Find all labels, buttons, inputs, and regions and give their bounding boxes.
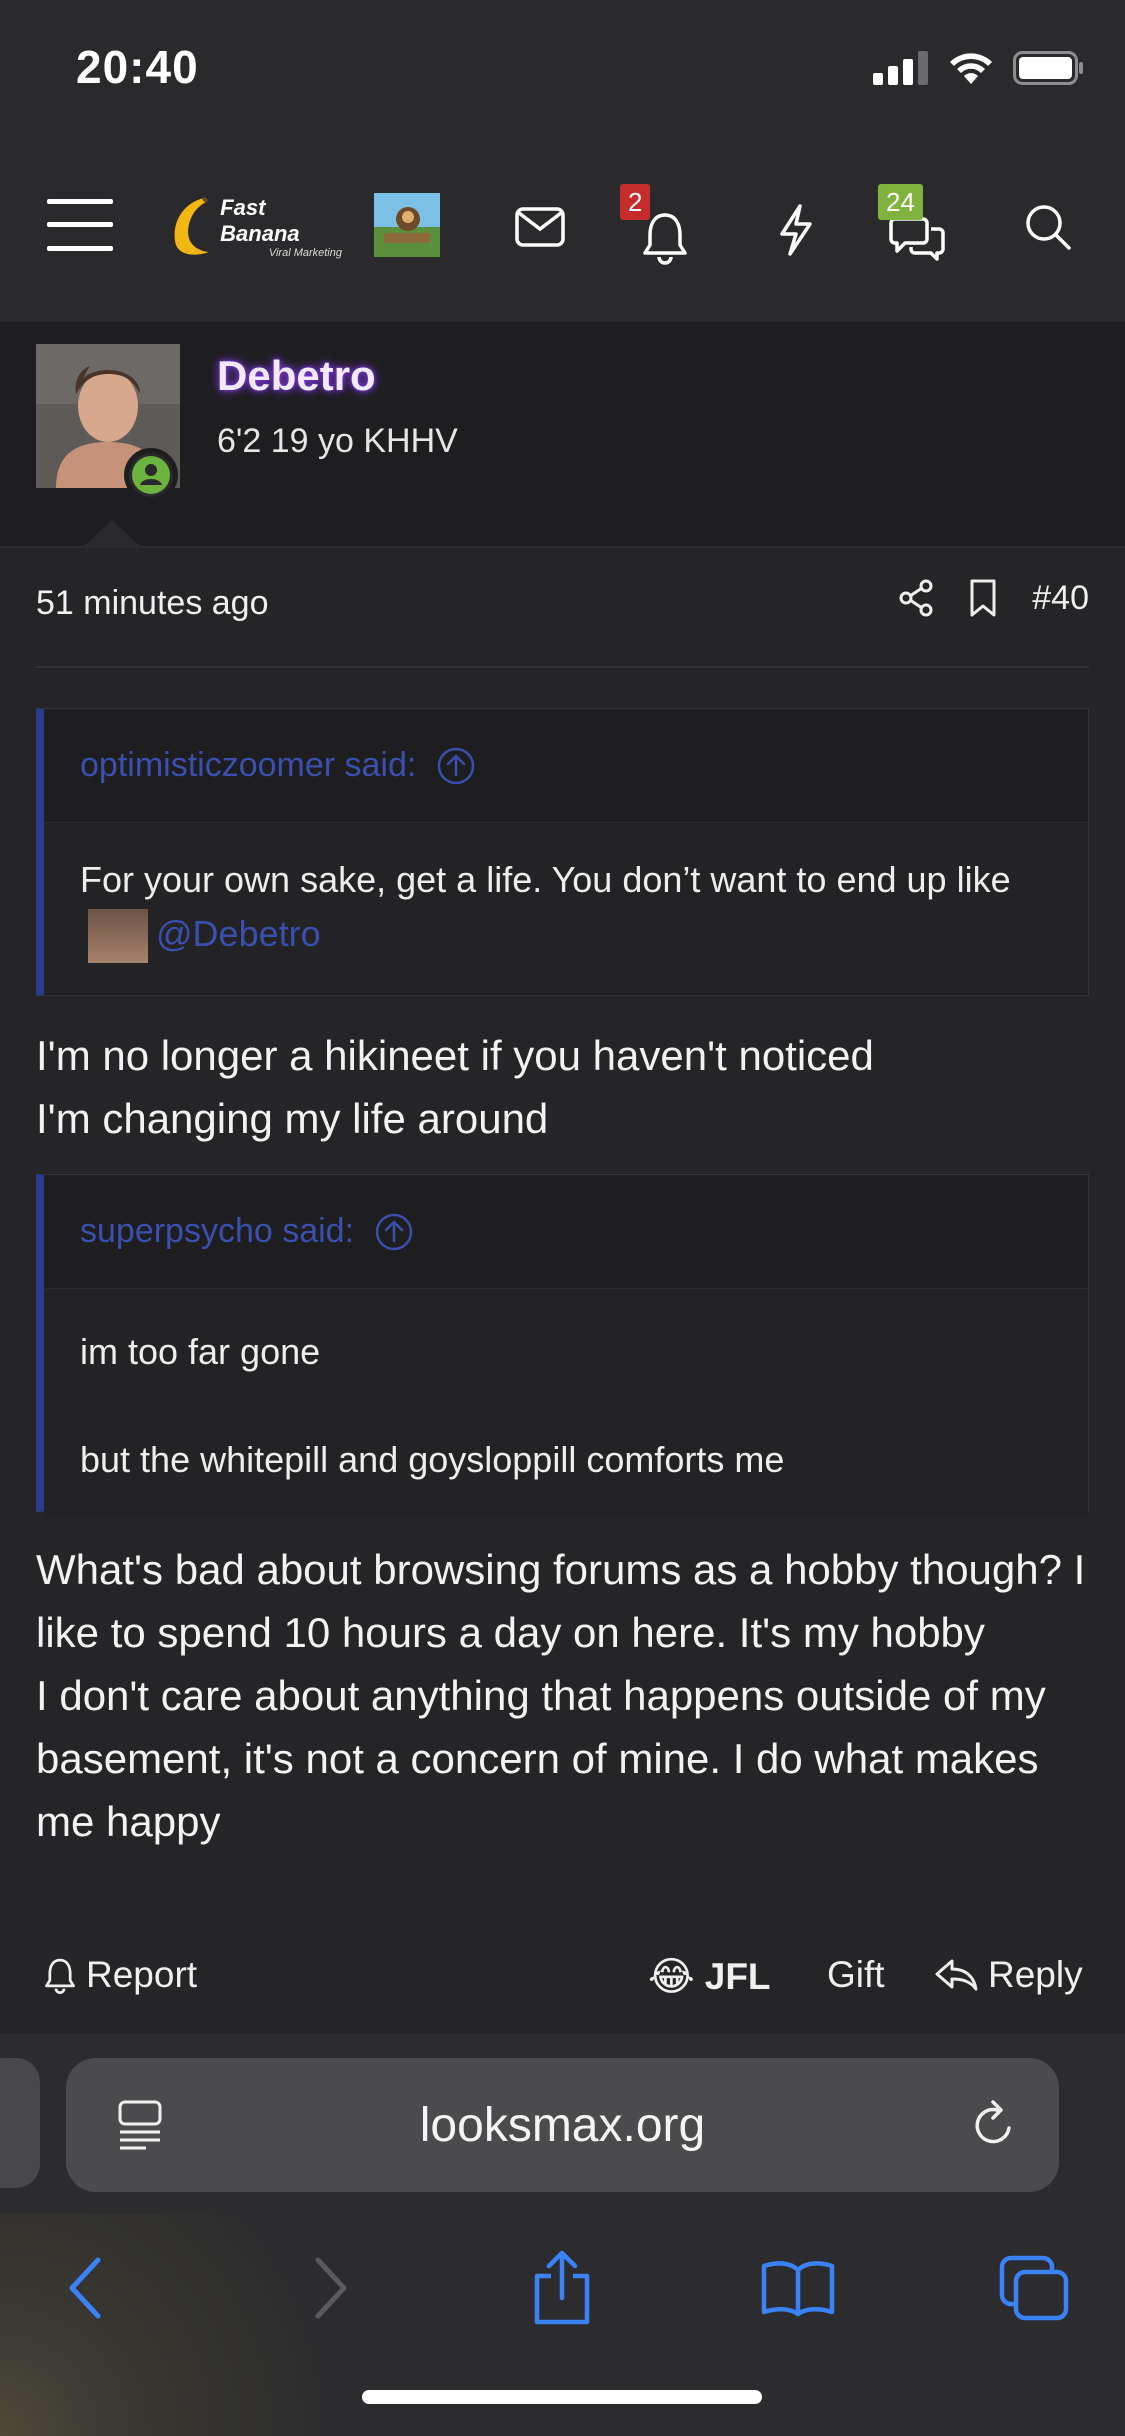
chevron-right-icon — [315, 2257, 347, 2319]
reaction-button[interactable]: 😂 JFL — [648, 1954, 771, 2000]
jump-to-quote-icon[interactable] — [374, 1212, 414, 1252]
reload-icon[interactable] — [969, 2098, 1019, 2152]
user-mention-link[interactable]: @Debetro — [156, 913, 321, 954]
post-author-username[interactable]: Debetro — [217, 352, 376, 400]
inbox-button[interactable] — [500, 190, 580, 264]
whats-new-button[interactable] — [756, 190, 836, 270]
bookmark-icon[interactable] — [968, 578, 998, 618]
quote-text: im too far gone — [80, 1331, 321, 1372]
tabs-button[interactable] — [974, 2238, 1094, 2338]
post-timestamp[interactable]: 51 minutes ago — [36, 584, 269, 623]
online-user-icon — [132, 456, 170, 494]
jump-to-quote-icon[interactable] — [436, 746, 476, 786]
header-caret — [82, 520, 142, 548]
quote-text: For your own sake, get a life. You don’t… — [80, 859, 1011, 900]
envelope-icon — [515, 207, 565, 247]
post-message: What's bad about browsing forums as a ho… — [36, 1538, 1089, 1853]
quote-author[interactable]: superpsycho said: — [80, 1212, 354, 1251]
battery-icon — [1013, 51, 1083, 85]
chat-bubbles-icon — [889, 217, 945, 261]
url-text: looksmax.org — [419, 2099, 706, 2152]
back-button[interactable] — [26, 2238, 146, 2338]
share-sheet-icon — [534, 2250, 590, 2325]
post-actions: Report 😂 JFL Gift Reply — [0, 1940, 1125, 2020]
quote-content: For your own sake, get a life. You don’t… — [44, 823, 1088, 994]
game-banner-icon — [374, 193, 440, 257]
tabs-overview-icon — [999, 2255, 1069, 2321]
notifications-badge: 2 — [620, 184, 651, 220]
laughing-crying-emoji-icon: 😂 — [648, 1955, 695, 1999]
chevron-left-icon — [69, 2257, 101, 2319]
status-icons — [873, 50, 1085, 86]
logo-subtext: Viral Marketing — [268, 247, 342, 259]
online-status-indicator — [124, 448, 178, 502]
banana-logo-icon — [174, 196, 209, 255]
reply-arrow-icon — [935, 1959, 978, 1991]
reply-label: Reply — [988, 1954, 1083, 1995]
bell-icon — [45, 1958, 75, 1994]
share-icon[interactable] — [898, 578, 934, 618]
address-bar[interactable]: looksmax.org — [66, 2058, 1059, 2192]
home-indicator[interactable] — [362, 2390, 762, 2404]
bookmarks-button[interactable] — [738, 2238, 858, 2338]
report-button[interactable]: Report — [44, 1954, 197, 1996]
mention-avatar — [88, 909, 148, 964]
quote-text: but the whitepill and goysloppill comfor… — [80, 1439, 785, 1480]
search-button[interactable] — [1008, 190, 1088, 264]
quote-content: im too far gone but the whitepill and go… — [44, 1289, 1088, 1517]
quote-block: superpsycho said: im too far gone but th… — [36, 1174, 1089, 1517]
share-button[interactable] — [502, 2238, 622, 2338]
post-number-link[interactable]: #40 — [1032, 579, 1089, 618]
post-meta: 51 minutes ago #40 — [36, 579, 1089, 668]
reply-button[interactable]: Reply — [934, 1954, 1083, 1996]
search-icon — [1026, 205, 1071, 250]
message-paragraph: What's bad about browsing forums as a ho… — [36, 1546, 1086, 1656]
hamburger-icon — [47, 199, 113, 251]
menu-button[interactable] — [40, 190, 120, 260]
status-bar: 20:40 — [0, 0, 1125, 140]
post-meta-actions: #40 — [898, 578, 1089, 618]
lightning-icon — [780, 204, 812, 256]
gift-label: Gift — [827, 1954, 885, 1995]
post-body: 51 minutes ago #40 optimisticzoomer said… — [0, 548, 1125, 2034]
conversations-button[interactable]: 24 — [872, 184, 962, 274]
alerts-button[interactable]: 2 — [620, 184, 710, 274]
browser-address-area: looksmax.org — [0, 2034, 1125, 2214]
status-time: 20:40 — [76, 41, 199, 93]
message-line: I'm no longer a hikineet if you haven't … — [36, 1032, 874, 1079]
report-label: Report — [86, 1954, 198, 1995]
gift-button[interactable]: Gift — [827, 1954, 885, 1996]
quote-author[interactable]: optimisticzoomer said: — [80, 746, 416, 785]
open-book-icon — [761, 2261, 835, 2317]
sponsor-logo[interactable]: Fast Banana Viral Marketing — [166, 190, 342, 264]
post-author-header: Debetro 6'2 19 yo KHHV — [0, 322, 1125, 548]
forum-navbar: Fast Banana Viral Marketing 2 24 — [0, 140, 1125, 322]
quote-header[interactable]: superpsycho said: — [44, 1175, 1088, 1289]
reaction-label: JFL — [704, 1956, 771, 1997]
conversations-badge: 24 — [878, 184, 923, 220]
quote-block: optimisticzoomer said: For your own sake… — [36, 708, 1089, 996]
wifi-icon — [950, 53, 992, 84]
post-message: I'm no longer a hikineet if you haven't … — [36, 1024, 1089, 1150]
logo-text: Fast Banana — [220, 195, 300, 246]
user-title: 6'2 19 yo KHHV — [217, 422, 458, 460]
message-line: I'm changing my life around — [36, 1095, 549, 1142]
previous-tab-peek[interactable] — [0, 2058, 40, 2188]
quote-header[interactable]: optimisticzoomer said: — [44, 709, 1088, 823]
message-paragraph: I don't care about anything that happens… — [36, 1672, 1046, 1845]
forward-button[interactable] — [270, 2238, 390, 2338]
banner-image[interactable] — [374, 193, 440, 257]
cellular-signal-icon — [873, 51, 928, 85]
